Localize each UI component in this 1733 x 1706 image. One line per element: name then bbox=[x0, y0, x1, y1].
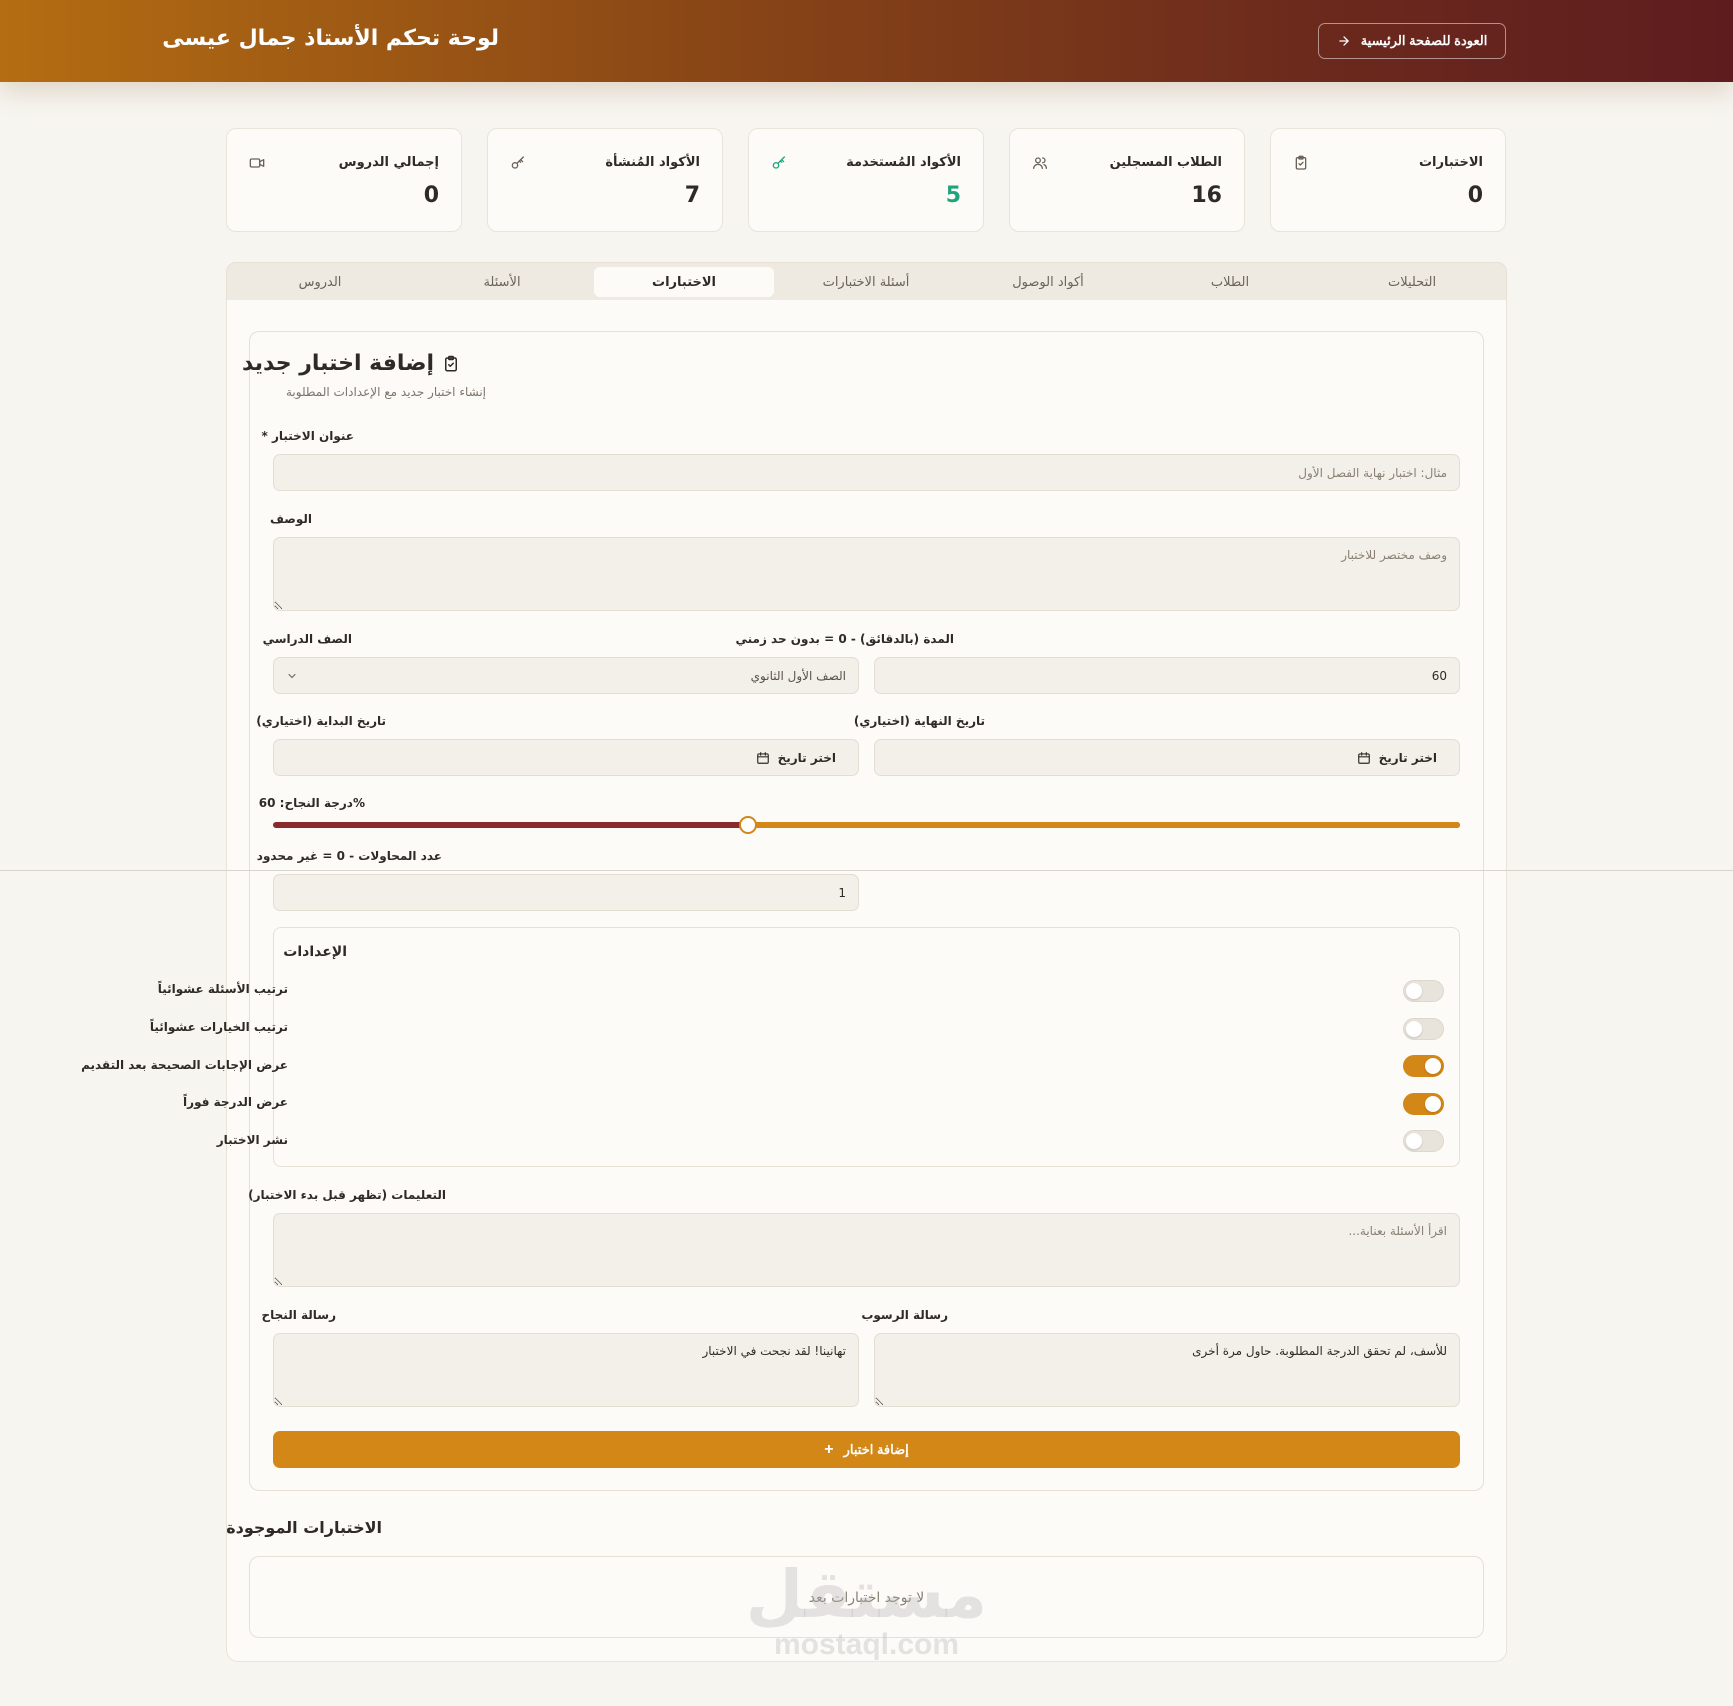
key-icon bbox=[508, 155, 526, 173]
pass-score-slider-fill bbox=[747, 822, 1460, 828]
instructions-label: التعليمات (تظهر قبل بدء الاختبار) bbox=[248, 1188, 446, 1202]
add-exam-button[interactable]: إضافة اختبار + bbox=[273, 1431, 1460, 1468]
setting-publish-label: نشر الاختبار bbox=[216, 1133, 288, 1147]
divider bbox=[0, 870, 1733, 871]
fail-message-label: رسالة الرسوب bbox=[861, 1308, 948, 1322]
stat-value: 7 bbox=[684, 183, 700, 208]
tab-students[interactable]: الطلاب bbox=[1140, 267, 1320, 297]
tab-access-codes[interactable]: أكواد الوصول bbox=[958, 267, 1138, 297]
duration-input[interactable] bbox=[874, 657, 1460, 694]
stat-card-created-codes: الأكواد المُنشأة 7 bbox=[487, 128, 723, 232]
clipboard-check-icon bbox=[445, 355, 457, 371]
stat-card-lessons: إجمالي الدروس 0 bbox=[226, 128, 462, 232]
stat-card-exams: الاختبارات 0 bbox=[1270, 128, 1506, 232]
grade-select-value: الصف الأول الثانوي bbox=[750, 668, 846, 683]
form-title-text: إضافة اختبار جديد bbox=[242, 351, 434, 376]
attempts-input[interactable] bbox=[273, 874, 859, 911]
attempts-label: عدد المحاولات - 0 = غير محدود bbox=[256, 849, 442, 863]
toggle-knob bbox=[1425, 1096, 1441, 1112]
end-date-label: تاريخ النهاية (اختياري) bbox=[853, 714, 985, 728]
toggle-knob bbox=[1425, 1058, 1441, 1074]
stat-value: 0 bbox=[1467, 183, 1483, 208]
tab-analytics[interactable]: التحليلات bbox=[1322, 267, 1502, 297]
chevron-down-icon bbox=[288, 673, 296, 678]
form-subtitle: إنشاء اختبار جديد مع الإعدادات المطلوبة bbox=[285, 385, 486, 399]
description-textarea[interactable] bbox=[273, 537, 1460, 611]
setting-show-score-label: عرض الدرجة فوراً bbox=[183, 1095, 288, 1109]
toggle-knob bbox=[1406, 983, 1422, 999]
instructions-textarea[interactable] bbox=[273, 1213, 1460, 1287]
setting-shuffle-options-label: ترتيب الخيارات عشوائياً bbox=[149, 1020, 288, 1034]
stat-value: 0 bbox=[423, 183, 439, 208]
clipboard-check-icon bbox=[1291, 155, 1309, 173]
end-date-picker[interactable]: اختر تاريخ bbox=[874, 739, 1460, 776]
setting-show-answers-toggle[interactable] bbox=[1403, 1055, 1444, 1077]
duration-label: المدة (بالدقائق) - 0 = بدون حد زمني bbox=[735, 632, 954, 646]
tab-lessons[interactable]: الدروس bbox=[230, 267, 410, 297]
page-title: لوحة تحكم الأستاذ جمال عيسى bbox=[162, 26, 499, 51]
stat-label: الأكواد المُنشأة bbox=[605, 155, 700, 170]
settings-box bbox=[273, 927, 1460, 1167]
video-icon bbox=[247, 155, 265, 173]
start-date-value: اختر تاريخ bbox=[777, 750, 836, 765]
fail-message-textarea[interactable]: للأسف، لم تحقق الدرجة المطلوبة. حاول مرة… bbox=[874, 1333, 1460, 1407]
stat-label: الأكواد المُستخدمة bbox=[846, 155, 961, 170]
add-exam-button-label: إضافة اختبار bbox=[843, 1441, 909, 1457]
stat-label: الطلاب المسجلين bbox=[1109, 155, 1222, 170]
pass-score-slider-handle[interactable] bbox=[738, 816, 757, 834]
calendar-icon bbox=[1357, 751, 1370, 764]
setting-shuffle-options-toggle[interactable] bbox=[1403, 1018, 1444, 1040]
tab-bar: التحليلات الطلاب أكواد الوصول أسئلة الاخ… bbox=[226, 262, 1507, 301]
setting-show-answers-label: عرض الإجابات الصحيحة بعد التقديم bbox=[81, 1058, 288, 1072]
toggle-knob bbox=[1406, 1021, 1422, 1037]
exam-title-label: عنوان الاختبار * bbox=[261, 429, 354, 443]
settings-title: الإعدادات bbox=[283, 944, 347, 960]
arrow-right-icon bbox=[1338, 36, 1349, 46]
tab-questions[interactable]: الأسئلة bbox=[412, 267, 592, 297]
tab-exams[interactable]: الاختبارات bbox=[594, 267, 774, 297]
toggle-knob bbox=[1406, 1133, 1422, 1149]
description-label: الوصف bbox=[269, 512, 312, 526]
empty-state-text: لا توجد اختبارات بعد bbox=[808, 1590, 925, 1606]
calendar-icon bbox=[756, 751, 769, 764]
end-date-value: اختر تاريخ bbox=[1378, 750, 1437, 765]
stat-label: الاختبارات bbox=[1418, 155, 1483, 170]
start-date-label: تاريخ البداية (اختياري) bbox=[256, 714, 386, 728]
setting-shuffle-questions-toggle[interactable] bbox=[1403, 980, 1444, 1002]
pass-score-label: درجة النجاح: 60% bbox=[258, 796, 365, 810]
grade-label: الصف الدراسي bbox=[262, 632, 352, 646]
form-title: إضافة اختبار جديد bbox=[242, 351, 460, 376]
plus-icon: + bbox=[824, 1440, 834, 1458]
pass-score-slider[interactable] bbox=[273, 816, 1460, 834]
back-home-button[interactable]: العودة للصفحة الرئيسية bbox=[1318, 23, 1506, 59]
existing-exams-title: الاختبارات الموجودة bbox=[226, 1518, 382, 1537]
stat-card-used-codes: الأكواد المُستخدمة 5 bbox=[748, 128, 984, 232]
exam-title-input[interactable] bbox=[273, 454, 1460, 491]
setting-show-score-toggle[interactable] bbox=[1403, 1093, 1444, 1115]
setting-shuffle-questions-label: ترتيب الأسئلة عشوائياً bbox=[157, 982, 288, 996]
back-home-label: العودة للصفحة الرئيسية bbox=[1360, 33, 1488, 48]
stat-value: 16 bbox=[1191, 183, 1222, 208]
grade-select[interactable]: الصف الأول الثانوي bbox=[273, 657, 859, 694]
setting-publish-toggle[interactable] bbox=[1403, 1130, 1444, 1152]
app-header: لوحة تحكم الأستاذ جمال عيسى العودة للصفح… bbox=[0, 0, 1733, 82]
stat-value: 5 bbox=[945, 183, 961, 208]
users-icon bbox=[1030, 155, 1048, 173]
success-message-label: رسالة النجاح bbox=[261, 1308, 337, 1322]
tab-exam-questions[interactable]: أسئلة الاختبارات bbox=[776, 267, 956, 297]
stat-card-students: الطلاب المسجلين 16 bbox=[1009, 128, 1245, 232]
success-message-textarea[interactable]: تهانينا! لقد نجحت في الاختبار bbox=[273, 1333, 859, 1407]
start-date-picker[interactable]: اختر تاريخ bbox=[273, 739, 859, 776]
stat-label: إجمالي الدروس bbox=[338, 155, 439, 170]
key-icon bbox=[769, 155, 787, 173]
